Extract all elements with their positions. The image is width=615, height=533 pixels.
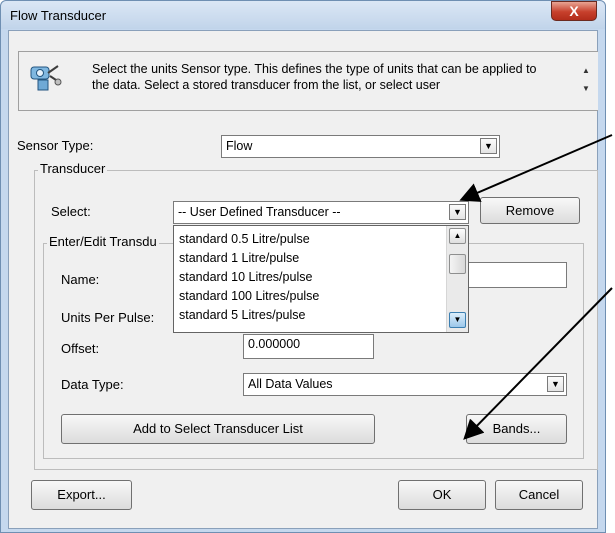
arrow-to-bands bbox=[463, 287, 613, 440]
arrow-to-dropdown bbox=[459, 134, 613, 202]
annotation-arrows bbox=[459, 134, 613, 440]
